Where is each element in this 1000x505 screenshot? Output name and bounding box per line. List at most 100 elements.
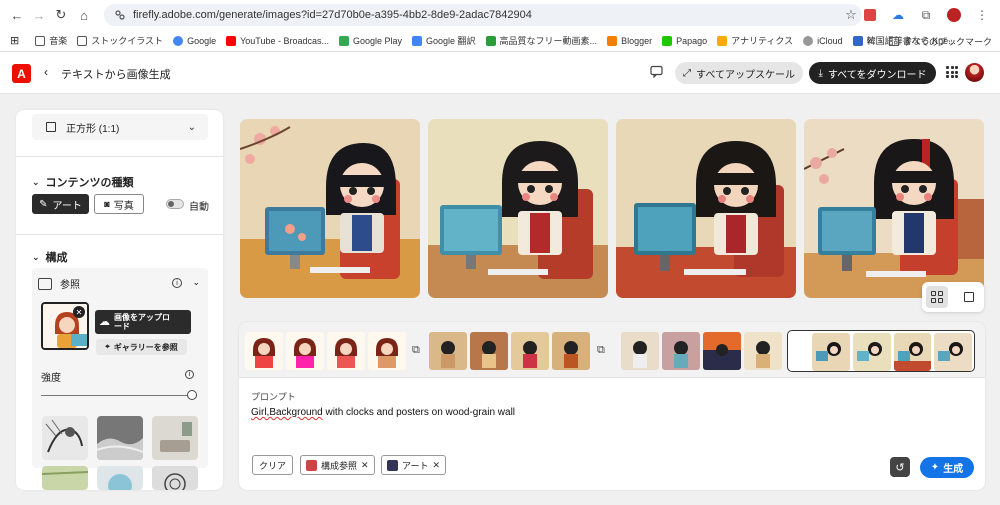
history-thumbnail[interactable] [327,332,365,370]
style-thumbnail-sphere[interactable] [97,466,143,490]
site-info-icon[interactable] [114,9,126,21]
history-thumbnail[interactable] [662,332,700,370]
home-icon[interactable]: ⌂ [73,4,95,26]
divider [16,156,223,157]
adobe-logo-icon[interactable]: A [12,64,31,83]
history-thumbnail[interactable] [368,332,406,370]
back-chevron-icon[interactable]: ‹ [44,65,48,79]
info-icon[interactable]: i [172,278,182,288]
extensions-puzzle-icon[interactable]: ⧉ [916,5,936,25]
generated-image-3[interactable] [616,119,796,298]
history-thumbnail[interactable] [621,332,659,370]
history-thumbnail[interactable] [812,333,850,371]
style-thumbnail-bird[interactable] [42,416,88,460]
history-group-4-selected[interactable] [787,330,975,372]
history-thumbnail[interactable] [852,333,891,371]
dictionary-icon [852,35,863,46]
style-thumbnail-landscape[interactable] [97,416,143,460]
bookmark-item[interactable]: ストックイラスト [77,34,163,47]
history-thumbnail[interactable] [893,333,932,371]
history-thumbnail[interactable] [744,332,782,370]
browse-gallery-label: ギャラリーを参照 [113,342,178,352]
auto-toggle[interactable] [166,199,184,209]
download-all-button[interactable]: ⤓ すべてをダウンロード [809,62,936,84]
composition-reference-chip[interactable]: 構成参照 ✕ [300,455,375,475]
extension-icon-cloud[interactable]: ☁ [888,5,908,25]
clear-button[interactable]: クリア [252,455,293,475]
url-text: firefly.adobe.com/generate/images?id=27d… [133,9,532,21]
url-bar[interactable]: firefly.adobe.com/generate/images?id=27d… [104,4,862,26]
all-bookmarks-link[interactable]: すべてのブックマーク [903,35,992,48]
remove-reference-close-icon[interactable]: ✕ [73,306,85,318]
close-icon[interactable]: ✕ [361,460,369,471]
strength-slider-thumb[interactable] [187,390,197,400]
bookmark-item[interactable]: 音楽 [35,34,67,47]
generate-label: 生成 [943,464,964,475]
extension-icon-red[interactable] [860,5,880,25]
upscale-all-button[interactable]: ⤢ すべてアップスケール [675,62,803,84]
grid-view-icon[interactable] [926,286,948,308]
bookmark-item[interactable]: Google [173,35,216,46]
bookmark-item[interactable]: Papago [662,35,707,46]
bookmark-item[interactable]: YouTube - Broadcas... [226,35,329,46]
download-icon: ⤓ [818,67,823,79]
reload-icon[interactable]: ↻ [50,4,72,26]
generation-history-strip: ⧉ ⧉ ⧉ [239,322,985,378]
history-thumbnail[interactable] [245,332,283,370]
info-icon[interactable]: i [185,370,194,379]
content-type-art-button[interactable]: ✎ アート [32,194,89,214]
bookmark-item[interactable]: 高品質なフリー動画素... [485,34,597,47]
history-group-2[interactable] [427,330,592,372]
history-thumbnail[interactable] [286,332,324,370]
reference-label: 参照 [60,280,80,291]
prompt-label: プロンプト [251,392,296,402]
user-avatar[interactable] [965,63,984,82]
feedback-chat-icon[interactable] [650,65,663,81]
bookmark-item[interactable]: Google Play [338,35,402,46]
aspect-ratio-dropdown[interactable]: 正方形 (1:1) ⌄ [32,114,208,140]
history-thumbnail[interactable] [511,332,549,370]
back-arrow-icon[interactable]: ← [6,4,28,26]
style-thumbnail-field[interactable] [42,466,88,490]
star-icon[interactable]: ☆ [840,4,862,26]
history-group-3[interactable] [619,330,784,372]
profile-avatar-icon[interactable] [944,5,964,25]
chevron-down-icon[interactable]: ⌄ [192,277,200,288]
more-bookmarks-chevron-icon[interactable]: » [867,35,873,47]
generated-image-2[interactable] [428,119,608,298]
close-icon[interactable]: ✕ [432,460,440,471]
bookmark-item[interactable]: iCloud [803,35,843,46]
single-view-icon[interactable] [964,292,974,302]
folder-icon [35,35,46,46]
content-type-header[interactable]: ⌄ コンテンツの種類 [32,174,134,190]
prompt-history-icon[interactable]: ↺ [890,457,910,477]
history-edit-icon[interactable]: ⧉ [412,344,428,360]
generate-button[interactable]: ✦ 生成 [920,457,974,478]
browser-menu-icon[interactable]: ⋮ [972,5,992,25]
bookmark-item[interactable]: Google 翻訳 [412,34,476,47]
history-group-1[interactable] [243,330,408,372]
bookmark-item[interactable]: アナリティクス [717,34,793,47]
strength-slider-track[interactable] [41,395,187,396]
content-type-photo-button[interactable]: ◙ 写真 [94,194,144,214]
reference-header[interactable]: 参照 [38,276,80,291]
browse-gallery-button[interactable]: ⌖ ギャラリーを参照 [96,339,187,355]
history-thumbnail[interactable] [552,332,590,370]
history-thumbnail[interactable] [429,332,467,370]
apps-grid-icon[interactable]: ⊞ [10,34,19,47]
art-style-chip[interactable]: アート ✕ [381,455,447,475]
style-thumbnail-interior[interactable] [152,416,198,460]
composition-header[interactable]: ⌄ 構成 [32,249,68,265]
generated-image-1[interactable] [240,119,420,298]
bookmark-item[interactable]: Blogger [607,35,652,46]
history-thumbnail[interactable] [934,333,972,371]
generated-image-4[interactable] [804,119,984,298]
history-thumbnail[interactable] [703,332,741,370]
style-thumbnail-pattern[interactable] [152,466,198,490]
prompt-input[interactable]: Girl,Background with clocks and posters … [251,407,515,418]
history-edit-icon[interactable]: ⧉ [597,344,613,360]
upload-image-button[interactable]: ☁ 画像をアップロード [95,310,191,334]
history-thumbnail[interactable] [470,332,508,370]
forward-arrow-icon[interactable]: → [28,4,50,26]
app-switcher-icon[interactable] [946,66,958,78]
